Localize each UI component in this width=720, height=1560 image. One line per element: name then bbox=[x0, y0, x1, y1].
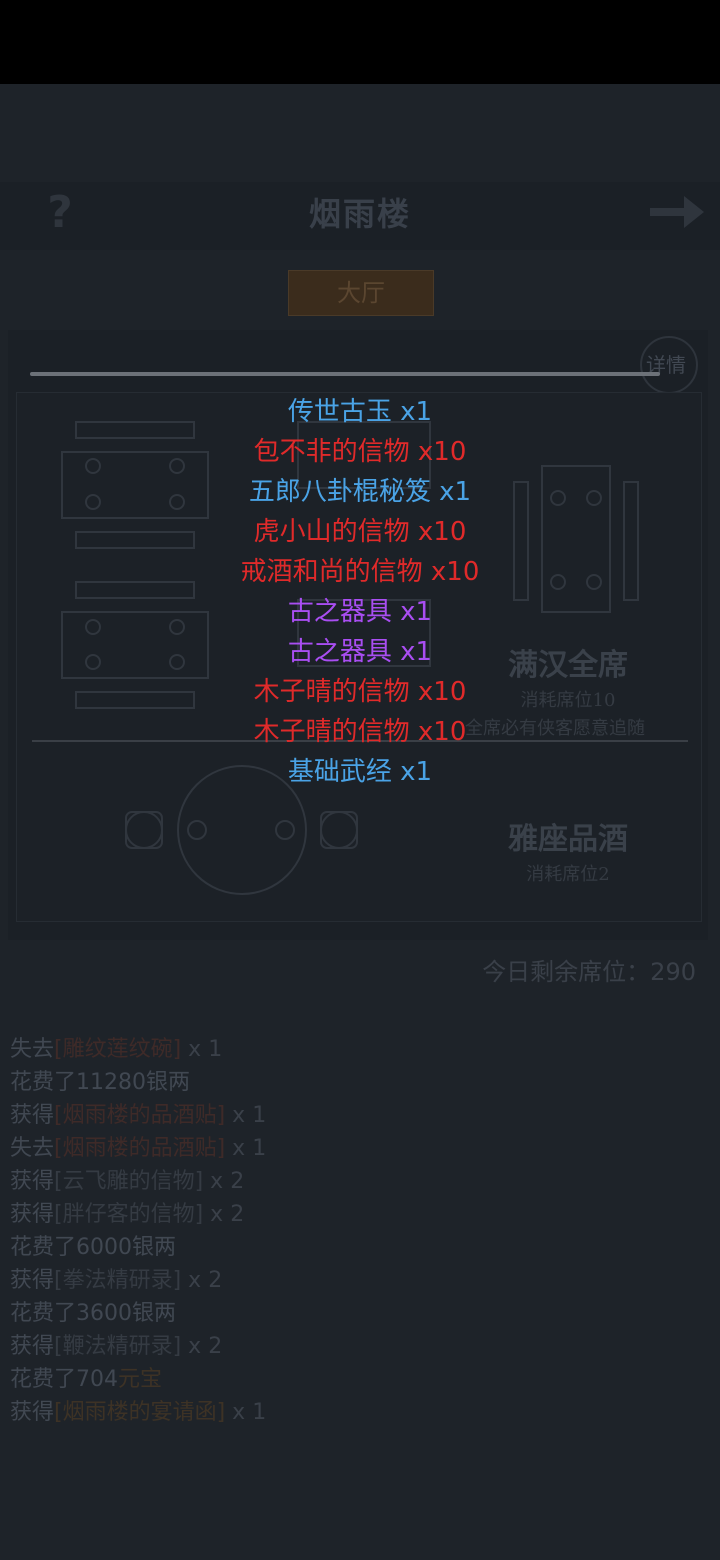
log-text: 获得 bbox=[10, 1400, 55, 1425]
reward-line: 包不非的信物 x10 bbox=[0, 432, 720, 472]
status-bar bbox=[0, 0, 720, 84]
log-item[interactable]: [烟雨楼的宴请函] bbox=[54, 1400, 225, 1425]
reward-line: 古之器具 x1 bbox=[0, 592, 720, 632]
log-item[interactable]: [胖仔客的信物] bbox=[54, 1202, 203, 1227]
screen: ? 烟雨楼 大厅 详情 满汉全席 消耗席位10 全席必有侠客愿意追随 雅座品酒 … bbox=[0, 0, 720, 1560]
arrow-right-icon[interactable] bbox=[648, 190, 706, 234]
log-text: 花费了6000银两 bbox=[10, 1235, 176, 1260]
reward-name: 包不非的信物 bbox=[253, 437, 410, 467]
log-text: 获得 bbox=[10, 1103, 55, 1128]
seats-remaining: 今日剩余席位：290 bbox=[482, 958, 696, 986]
log-item[interactable]: [雕纹莲纹碗] bbox=[54, 1037, 181, 1062]
reward-line: 戒酒和尚的信物 x10 bbox=[0, 552, 720, 592]
log-text: 花费了3600银两 bbox=[10, 1301, 176, 1326]
log-entry: 获得[烟雨楼的宴请函] x 1 bbox=[10, 1397, 266, 1429]
reward-name: 传世古玉 bbox=[287, 397, 392, 427]
log-entry: 失去[雕纹莲纹碗] x 1 bbox=[10, 1034, 222, 1066]
log-qty: x 1 bbox=[181, 1037, 223, 1062]
log-entry: 花费了3600银两 bbox=[10, 1298, 176, 1330]
log-qty: x 2 bbox=[203, 1202, 245, 1227]
log-item[interactable]: [烟雨楼的品酒贴] bbox=[54, 1136, 225, 1161]
log-qty: x 1 bbox=[225, 1103, 267, 1128]
tab-hall[interactable]: 大厅 bbox=[288, 270, 434, 316]
log-text: 获得 bbox=[10, 1202, 55, 1227]
log-item[interactable]: [云飞雕的信物] bbox=[54, 1169, 203, 1194]
log-entry: 获得[拳法精研录] x 2 bbox=[10, 1265, 222, 1297]
reward-line: 虎小山的信物 x10 bbox=[0, 512, 720, 552]
log-text: 花费了11280银两 bbox=[10, 1070, 190, 1095]
reward-line: 基础武经 x1 bbox=[0, 752, 720, 792]
log-text: 获得 bbox=[10, 1334, 55, 1359]
log-entry: 花费了704元宝 bbox=[10, 1364, 162, 1396]
log-item[interactable]: [鞭法精研录] bbox=[54, 1334, 181, 1359]
log-text: 失去 bbox=[10, 1037, 55, 1062]
reward-line: 五郎八卦棍秘笈 x1 bbox=[0, 472, 720, 512]
reward-name: 虎小山的信物 bbox=[253, 517, 410, 547]
log-qty: x 2 bbox=[203, 1169, 245, 1194]
log-text: 获得 bbox=[10, 1169, 55, 1194]
reward-qty: x1 bbox=[391, 397, 433, 427]
log-item[interactable]: [烟雨楼的品酒贴] bbox=[54, 1103, 225, 1128]
page-title: 烟雨楼 bbox=[308, 195, 411, 233]
log-qty: x 1 bbox=[225, 1400, 267, 1425]
reward-qty: x10 bbox=[422, 557, 480, 587]
log-item[interactable]: [拳法精研录] bbox=[54, 1268, 181, 1293]
log-entry: 获得[鞭法精研录] x 2 bbox=[10, 1331, 222, 1363]
reward-name: 古之器具 bbox=[287, 597, 392, 627]
log-entry: 获得[烟雨楼的品酒贴] x 1 bbox=[10, 1100, 266, 1132]
reward-name: 木子晴的信物 bbox=[253, 717, 410, 747]
reward-qty: x1 bbox=[430, 477, 472, 507]
log-entry: 花费了6000银两 bbox=[10, 1232, 176, 1264]
log-text: 失去 bbox=[10, 1136, 55, 1161]
activity-log: 失去[雕纹莲纹碗] x 1 花费了11280银两 获得[烟雨楼的品酒贴] x 1 失去… bbox=[10, 1004, 710, 1444]
reward-line: 传世古玉 x1 bbox=[0, 392, 720, 432]
log-qty: x 2 bbox=[181, 1268, 223, 1293]
reward-name: 木子晴的信物 bbox=[253, 677, 410, 707]
log-entry: 获得[云飞雕的信物] x 2 bbox=[10, 1166, 244, 1198]
reward-qty: x10 bbox=[409, 717, 467, 747]
reward-qty: x1 bbox=[391, 637, 433, 667]
question-mark-icon[interactable]: ? bbox=[44, 188, 76, 238]
wine-title[interactable]: 雅座品酒 bbox=[468, 820, 668, 860]
reward-qty: x10 bbox=[409, 437, 467, 467]
reward-name: 五郎八卦棍秘笈 bbox=[248, 477, 431, 507]
reward-qty: x1 bbox=[391, 757, 433, 787]
log-entry: 失去[烟雨楼的品酒贴] x 1 bbox=[10, 1133, 266, 1165]
wine-cost: 消耗席位2 bbox=[526, 864, 610, 885]
log-qty: x 2 bbox=[181, 1334, 223, 1359]
log-qty: x 1 bbox=[225, 1136, 267, 1161]
reward-line: 木子晴的信物 x10 bbox=[0, 712, 720, 752]
reward-line: 古之器具 x1 bbox=[0, 632, 720, 672]
reward-name: 基础武经 bbox=[287, 757, 392, 787]
divider bbox=[30, 372, 660, 376]
reward-name: 戒酒和尚的信物 bbox=[240, 557, 423, 587]
log-text: 获得 bbox=[10, 1268, 55, 1293]
log-text: 花费了704 bbox=[10, 1367, 118, 1392]
log-item[interactable]: 元宝 bbox=[118, 1367, 162, 1392]
log-entry: 花费了11280银两 bbox=[10, 1067, 190, 1099]
reward-qty: x10 bbox=[409, 517, 467, 547]
reward-line: 木子晴的信物 x10 bbox=[0, 672, 720, 712]
log-entry: 获得[胖仔客的信物] x 2 bbox=[10, 1199, 244, 1231]
reward-name: 古之器具 bbox=[287, 637, 392, 667]
reward-qty: x1 bbox=[391, 597, 433, 627]
reward-qty: x10 bbox=[409, 677, 467, 707]
